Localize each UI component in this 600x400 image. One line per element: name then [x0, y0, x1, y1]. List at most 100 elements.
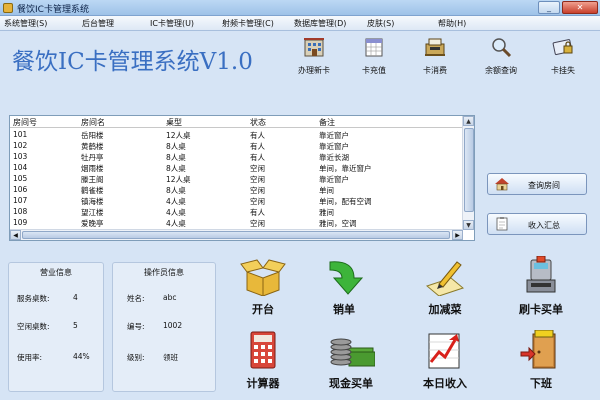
table-row[interactable]: 109 爱晚亭 4人桌 空闲 雅间，空调 [10, 218, 463, 229]
card-checkout-button[interactable]: 刷卡买单 [506, 255, 576, 322]
vertical-scrollbar[interactable]: ▲ ▼ [462, 116, 474, 230]
pencil-note-icon [425, 261, 465, 297]
operator-name-value: abc [163, 293, 177, 302]
open-table-button[interactable]: 开台 [228, 256, 298, 322]
coins-cash-icon [330, 338, 376, 367]
cell-room-no: 103 [13, 152, 28, 161]
scroll-right-arrow[interactable]: ▶ [452, 230, 463, 240]
operator-info-title: 操作员信息 [144, 268, 184, 277]
cell-remark: 靠近窗户 [319, 175, 349, 184]
cell-table-type: 8人桌 [166, 142, 186, 151]
scroll-thumb[interactable] [464, 128, 474, 212]
menu-database[interactable]: 数据库管理(D) [294, 18, 346, 29]
cell-remark: 单间，靠近窗户 [319, 164, 372, 173]
cell-table-type: 4人桌 [166, 219, 186, 228]
cell-table-type: 4人桌 [166, 208, 186, 217]
off-duty-button[interactable]: 下班 [506, 329, 576, 396]
cell-remark: 靠近长湖 [319, 153, 349, 162]
column-table-type[interactable]: 桌型 [166, 117, 182, 128]
title-bar: 餐饮IC卡管理系统 _ ✕ [0, 0, 600, 16]
calculator-button[interactable]: 计算器 [228, 330, 298, 396]
table-row[interactable]: 103 牡丹亭 8人桌 有人 靠近长湖 [10, 152, 463, 163]
cash-checkout-label: 现金买单 [329, 377, 373, 390]
column-room-name[interactable]: 房间名 [81, 117, 105, 128]
menu-skin[interactable]: 皮肤(S) [367, 18, 394, 29]
card-lock-icon [552, 39, 573, 56]
cell-remark: 雅间，空调 [319, 219, 357, 228]
cancel-order-label: 销单 [333, 303, 355, 316]
table-row[interactable]: 101 岳阳楼 12人桌 有人 靠近窗户 [10, 130, 463, 141]
cell-room-name: 爱晚亭 [81, 219, 104, 228]
table-row[interactable]: 105 滕王阁 12人桌 空闲 靠近窗户 [10, 174, 463, 185]
card-recharge-button[interactable]: 卡充值 [347, 36, 401, 82]
table-row[interactable]: 102 黄鹤楼 8人桌 有人 靠近窗户 [10, 141, 463, 152]
operator-info-panel: 操作员信息 姓名: abc 编号: 1002 级别: 领班 [112, 262, 216, 392]
menu-ic-card[interactable]: IC卡管理(U) [150, 18, 194, 29]
open-box-icon [240, 259, 286, 297]
hscroll-thumb[interactable] [22, 231, 450, 239]
cell-room-no: 101 [13, 130, 28, 139]
card-loss-button[interactable]: 卡挂失 [536, 36, 590, 82]
operator-level-value: 领班 [163, 353, 178, 362]
cash-checkout-button[interactable]: 现金买单 [316, 330, 386, 396]
cell-room-no: 104 [13, 163, 28, 172]
scroll-down-arrow[interactable]: ▼ [463, 220, 474, 230]
operator-id-value: 1002 [163, 321, 183, 330]
menu-help[interactable]: 帮助(H) [438, 18, 466, 29]
add-remove-dish-button[interactable]: 加减菜 [410, 256, 480, 322]
cell-room-name: 鹳雀楼 [81, 186, 104, 195]
table-row[interactable]: 104 烟雨楼 8人桌 空闲 单间，靠近窗户 [10, 163, 463, 174]
income-summary-button[interactable]: 收入汇总 [487, 213, 587, 235]
scroll-up-arrow[interactable]: ▲ [463, 116, 474, 126]
served-tables-value: 4 [73, 293, 78, 302]
open-table-label: 开台 [252, 303, 274, 316]
cell-status: 空闲 [250, 197, 265, 206]
cell-table-type: 8人桌 [166, 164, 186, 173]
menu-rf-card[interactable]: 射频卡管理(C) [222, 18, 274, 29]
cell-room-name: 镇海楼 [81, 197, 104, 206]
calculator-icon [250, 331, 276, 369]
usage-rate-label: 使用率: [17, 353, 43, 362]
menu-system[interactable]: 系统管理(S) [4, 18, 47, 29]
scroll-left-arrow[interactable]: ◀ [10, 230, 21, 240]
cell-room-name: 滕王阁 [81, 175, 104, 184]
balance-query-button[interactable]: 余额查询 [474, 36, 528, 82]
query-room-button[interactable]: 查询房间 [487, 173, 587, 195]
building-icon [304, 38, 324, 57]
daily-income-button[interactable]: 本日收入 [410, 330, 480, 396]
table-row[interactable]: 107 镇海楼 4人桌 空闲 单间，配有空调 [10, 196, 463, 207]
menu-backend[interactable]: 后台管理 [82, 18, 114, 29]
business-info-title: 营业信息 [40, 268, 72, 277]
cancel-order-button[interactable]: 销单 [309, 256, 379, 322]
card-loss-label: 卡挂失 [551, 66, 575, 75]
new-card-button[interactable]: 办理新卡 [287, 36, 341, 82]
new-card-label: 办理新卡 [298, 66, 330, 75]
table-row[interactable]: 106 鹳雀楼 8人桌 空闲 单间 [10, 185, 463, 196]
green-down-arrow-icon [329, 261, 364, 295]
income-summary-label: 收入汇总 [528, 221, 560, 230]
exit-door-icon [520, 329, 556, 369]
cell-status: 有人 [250, 131, 265, 140]
cell-table-type: 4人桌 [166, 197, 186, 206]
column-remark[interactable]: 备注 [319, 117, 335, 128]
balance-query-label: 余额查询 [485, 66, 517, 75]
cell-table-type: 8人桌 [166, 186, 186, 195]
cell-status: 空闲 [250, 164, 265, 173]
cell-table-type: 12人桌 [166, 175, 191, 184]
card-terminal-icon [526, 255, 556, 293]
cell-status: 空闲 [250, 186, 265, 195]
off-duty-label: 下班 [530, 377, 552, 390]
horizontal-scrollbar[interactable]: ◀ ▶ [10, 229, 463, 240]
column-room-no[interactable]: 房间号 [13, 117, 37, 128]
table-row[interactable]: 108 望江楼 4人桌 有人 雅间 [10, 207, 463, 218]
cell-room-name: 望江楼 [81, 208, 104, 217]
card-recharge-label: 卡充值 [362, 66, 386, 75]
idle-tables-value: 5 [73, 321, 78, 330]
close-button[interactable]: ✕ [562, 1, 598, 14]
column-status[interactable]: 状态 [250, 117, 266, 128]
house-icon [495, 178, 509, 191]
room-list[interactable]: 房间号 房间名 桌型 状态 备注 101 岳阳楼 12人桌 有人 靠近窗户 102 黄鹤楼 8… [9, 115, 475, 241]
card-consume-button[interactable]: 卡消费 [408, 36, 462, 82]
minimize-button[interactable]: _ [538, 1, 560, 14]
cell-remark: 雅间 [319, 208, 334, 217]
